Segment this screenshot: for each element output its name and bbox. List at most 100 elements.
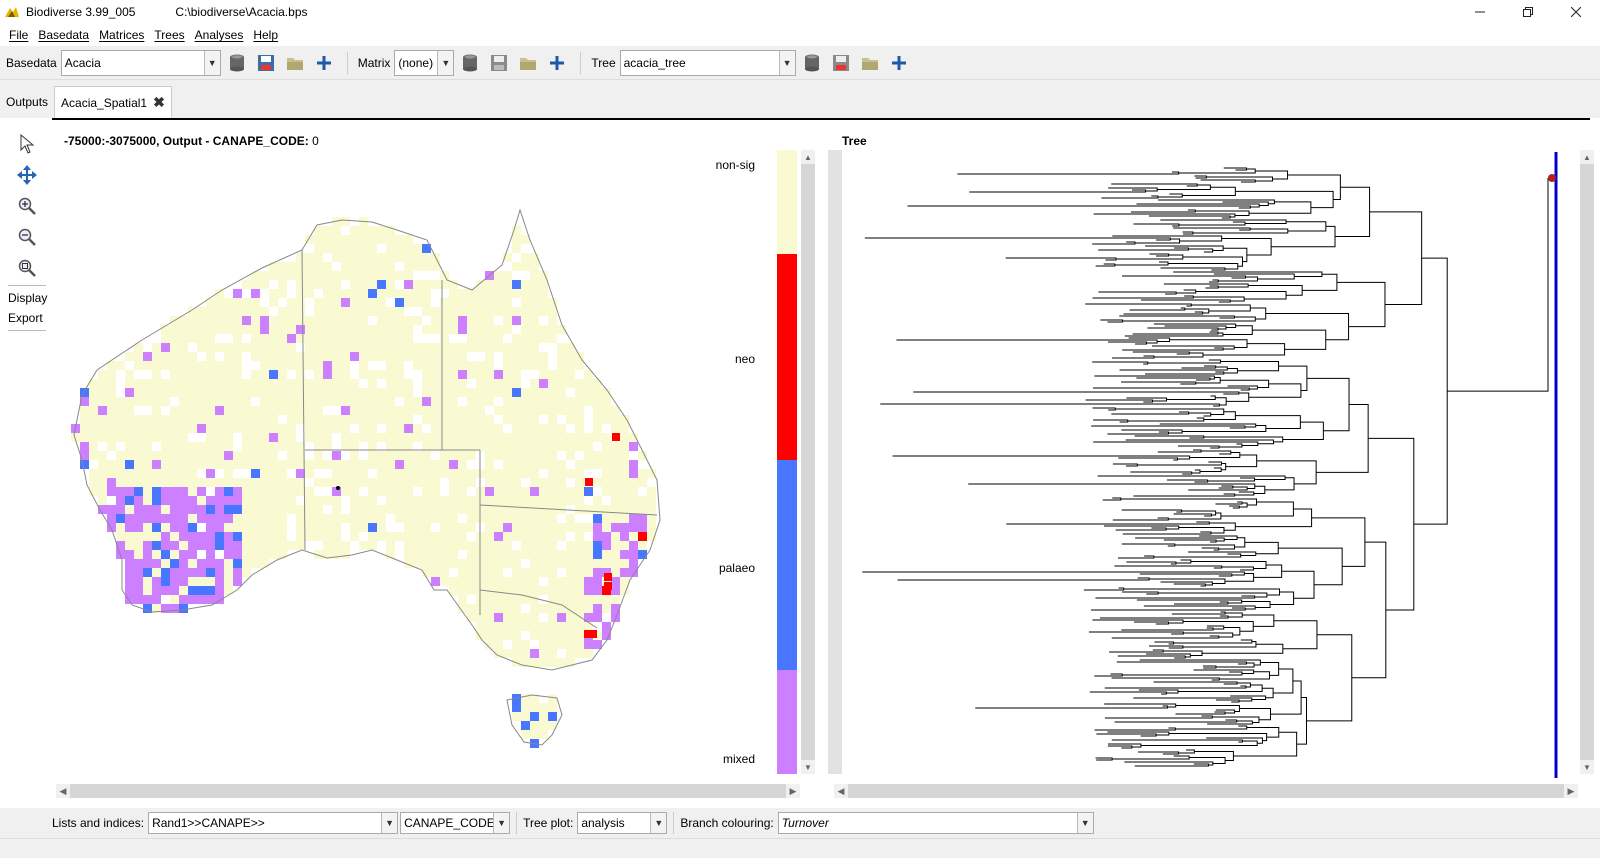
map-cell[interactable] xyxy=(233,532,242,541)
map-cell[interactable] xyxy=(422,253,431,262)
map-cell[interactable] xyxy=(206,334,215,343)
map-cell[interactable] xyxy=(611,541,620,550)
map-cell[interactable] xyxy=(215,325,224,334)
map-cell[interactable] xyxy=(242,289,251,298)
map-cell[interactable] xyxy=(305,424,314,433)
map-cell[interactable] xyxy=(431,361,440,370)
map-cell[interactable] xyxy=(242,397,251,406)
map-cell[interactable] xyxy=(260,541,269,550)
map-cell[interactable] xyxy=(242,559,251,568)
map-cell[interactable] xyxy=(251,271,260,280)
map-cell[interactable] xyxy=(530,451,539,460)
map-cell[interactable] xyxy=(485,406,494,415)
map-cell[interactable] xyxy=(503,352,512,361)
map-cell[interactable] xyxy=(548,406,557,415)
map-cell[interactable] xyxy=(413,550,422,559)
map-cell[interactable] xyxy=(332,451,341,460)
map-cell[interactable] xyxy=(404,298,413,307)
map-cell[interactable] xyxy=(260,307,269,316)
map-cell[interactable] xyxy=(269,514,278,523)
map-cell[interactable] xyxy=(539,325,548,334)
map-cell[interactable] xyxy=(206,451,215,460)
map-cell[interactable] xyxy=(512,577,521,586)
map-cell[interactable] xyxy=(134,505,143,514)
map-cell[interactable] xyxy=(206,343,215,352)
map-cell[interactable] xyxy=(557,334,566,343)
map-cell[interactable] xyxy=(530,640,539,649)
map-cell[interactable] xyxy=(431,298,440,307)
map-cell[interactable] xyxy=(593,424,602,433)
map-cell[interactable] xyxy=(314,541,323,550)
map-cell[interactable] xyxy=(260,469,269,478)
map-cell[interactable] xyxy=(431,550,440,559)
map-cell[interactable] xyxy=(125,424,134,433)
map-cell[interactable] xyxy=(566,514,575,523)
map-cell[interactable] xyxy=(152,532,161,541)
map-cell[interactable] xyxy=(467,568,476,577)
map-cell[interactable] xyxy=(494,478,503,487)
map-cell[interactable] xyxy=(161,514,170,523)
map-cell[interactable] xyxy=(305,460,314,469)
map-cell[interactable] xyxy=(413,532,422,541)
map-cell[interactable] xyxy=(467,406,476,415)
map-cell[interactable] xyxy=(638,523,647,532)
map-cell[interactable] xyxy=(566,649,575,658)
map-cell[interactable] xyxy=(197,406,206,415)
map-cell[interactable] xyxy=(269,370,278,379)
map-cell[interactable] xyxy=(386,298,395,307)
map-cell[interactable] xyxy=(386,307,395,316)
map-cell[interactable] xyxy=(629,478,638,487)
map-cell[interactable] xyxy=(503,271,512,280)
map-cell[interactable] xyxy=(179,370,188,379)
map-cell[interactable] xyxy=(602,433,611,442)
map-cell[interactable] xyxy=(467,415,476,424)
map-cell[interactable] xyxy=(512,523,521,532)
map-cell[interactable] xyxy=(134,568,143,577)
map-cell[interactable] xyxy=(305,280,314,289)
map-cell[interactable] xyxy=(467,451,476,460)
map-cell[interactable] xyxy=(377,379,386,388)
map-cell[interactable] xyxy=(260,334,269,343)
map-cell[interactable] xyxy=(314,433,323,442)
map-cell[interactable] xyxy=(332,433,341,442)
map-cell[interactable] xyxy=(224,577,233,586)
map-cell[interactable] xyxy=(215,352,224,361)
map-cell[interactable] xyxy=(395,379,404,388)
map-cell[interactable] xyxy=(485,631,494,640)
map-cell[interactable] xyxy=(377,451,386,460)
map-cell[interactable] xyxy=(548,541,557,550)
map-cell[interactable] xyxy=(638,505,647,514)
map-cell[interactable] xyxy=(161,586,170,595)
map-cell[interactable] xyxy=(260,550,269,559)
map-cell[interactable] xyxy=(134,478,143,487)
map-cell[interactable] xyxy=(458,496,467,505)
map-cell[interactable] xyxy=(503,550,512,559)
map-cell[interactable] xyxy=(170,397,179,406)
map-cell[interactable] xyxy=(422,262,431,271)
map-cell[interactable] xyxy=(206,469,215,478)
map-cell[interactable] xyxy=(521,451,530,460)
map-cell[interactable] xyxy=(377,424,386,433)
map-cell[interactable] xyxy=(341,460,350,469)
map-cell[interactable] xyxy=(593,586,602,595)
map-cell[interactable] xyxy=(386,433,395,442)
map-cell[interactable] xyxy=(494,352,503,361)
map-cell[interactable] xyxy=(611,559,620,568)
map-cell[interactable] xyxy=(269,307,278,316)
map-cell[interactable] xyxy=(458,460,467,469)
map-cell[interactable] xyxy=(476,280,485,289)
map-cell[interactable] xyxy=(314,388,323,397)
map-cell[interactable] xyxy=(485,388,494,397)
map-cell[interactable] xyxy=(521,379,530,388)
map-cell[interactable] xyxy=(116,388,125,397)
map-cell[interactable] xyxy=(152,406,161,415)
map-cell[interactable] xyxy=(251,415,260,424)
map-cell[interactable] xyxy=(575,415,584,424)
map-cell[interactable] xyxy=(377,487,386,496)
map-cell[interactable] xyxy=(386,325,395,334)
map-cell[interactable] xyxy=(341,406,350,415)
map-cell[interactable] xyxy=(305,487,314,496)
map-cell[interactable] xyxy=(197,442,206,451)
map-cell[interactable] xyxy=(188,496,197,505)
map-cell[interactable] xyxy=(593,505,602,514)
